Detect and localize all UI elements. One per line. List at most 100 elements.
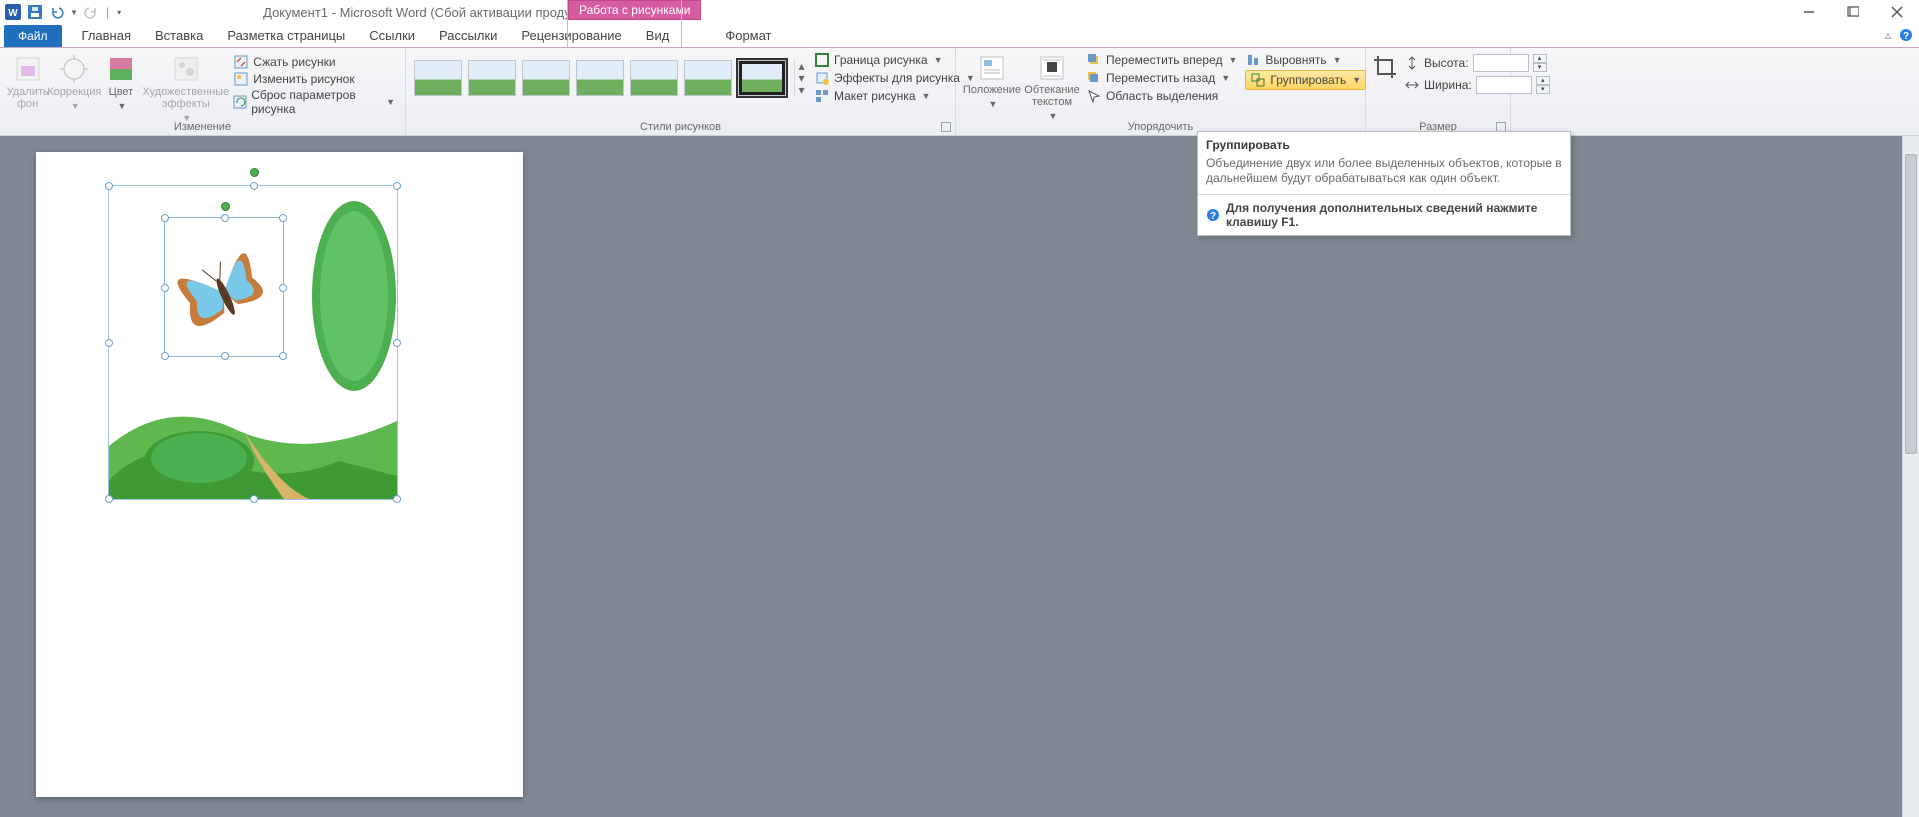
bring-forward-button[interactable]: Переместить вперед▼	[1086, 52, 1237, 68]
qat-customize-icon[interactable]: ▾	[115, 3, 123, 21]
crop-button[interactable]	[1372, 50, 1398, 98]
change-picture-icon	[233, 71, 249, 87]
title-bar: W ▼ | ▾ Документ1 - Microsoft Word (Сбой…	[0, 0, 1919, 24]
corrections-label: Коррекция	[47, 86, 101, 98]
rotation-handle[interactable]	[221, 202, 230, 211]
resize-handle[interactable]	[161, 214, 169, 222]
redo-icon[interactable]	[82, 3, 100, 21]
resize-handle[interactable]	[279, 352, 287, 360]
group-size: Высота: ▴▾ Ширина: ▴▾ Размер	[1366, 48, 1511, 135]
tooltip-group: Группировать Объединение двух или более …	[1197, 131, 1571, 236]
reset-picture-button[interactable]: Сброс параметров рисунка ▼	[233, 88, 395, 116]
reset-picture-icon	[233, 94, 247, 110]
picture-border-button[interactable]: Граница рисунка▼	[814, 52, 975, 68]
vertical-scrollbar[interactable]	[1902, 136, 1919, 817]
undo-icon[interactable]	[48, 3, 66, 21]
resize-handle[interactable]	[221, 214, 229, 222]
style-thumb[interactable]	[414, 60, 462, 96]
tab-home[interactable]: Главная	[70, 24, 143, 47]
tab-file[interactable]: Файл	[4, 25, 62, 47]
send-backward-button[interactable]: Переместить назад▼	[1086, 70, 1237, 86]
resize-handle[interactable]	[161, 284, 169, 292]
width-label: Ширина:	[1424, 78, 1472, 92]
picture-layout-icon	[814, 88, 830, 104]
quick-access-toolbar: W ▼ | ▾	[0, 3, 123, 21]
style-thumb-selected[interactable]	[738, 60, 786, 96]
style-thumb[interactable]	[630, 60, 678, 96]
style-thumb[interactable]	[522, 60, 570, 96]
resize-handle[interactable]	[161, 352, 169, 360]
scrollbar-thumb[interactable]	[1905, 154, 1917, 454]
tab-page-layout[interactable]: Разметка страницы	[215, 24, 357, 47]
document-area[interactable]	[0, 136, 1919, 817]
resize-handle[interactable]	[250, 495, 258, 503]
selection-pane-label: Область выделения	[1106, 89, 1218, 103]
wrap-label: Обтекание текстом	[1024, 84, 1079, 108]
resize-handle[interactable]	[250, 182, 258, 190]
align-button[interactable]: Выровнять▼	[1245, 52, 1366, 68]
minimize-button[interactable]	[1795, 2, 1823, 22]
artistic-effects-button[interactable]: Художественные эффекты ▼	[143, 50, 230, 124]
send-backward-label: Переместить назад	[1106, 71, 1215, 85]
resize-handle[interactable]	[279, 214, 287, 222]
position-button[interactable]: Положение▼	[962, 50, 1022, 122]
tab-mailings[interactable]: Рассылки	[427, 24, 509, 47]
tab-format[interactable]: Формат	[713, 24, 783, 47]
group-adjust: Удалить фон Коррекция ▼ Цвет ▼ Художеств…	[0, 48, 406, 135]
width-input[interactable]	[1476, 76, 1532, 94]
picture-effects-label: Эффекты для рисунка	[834, 71, 960, 85]
svg-text:?: ?	[1903, 31, 1909, 42]
resize-handle[interactable]	[105, 182, 113, 190]
group-adjust-label: Изменение	[0, 121, 405, 133]
svg-text:W: W	[8, 8, 18, 19]
tab-review[interactable]: Рецензирование	[509, 24, 633, 47]
help-icon[interactable]: ?	[1899, 28, 1913, 42]
undo-dropdown-icon[interactable]: ▼	[70, 3, 78, 21]
close-button[interactable]	[1883, 2, 1911, 22]
resize-handle[interactable]	[221, 352, 229, 360]
wrap-text-button[interactable]: Обтекание текстом▼	[1022, 50, 1082, 122]
compress-pictures-button[interactable]: Сжать рисунки	[233, 54, 395, 70]
height-input[interactable]	[1473, 54, 1529, 72]
word-app-icon[interactable]: W	[4, 3, 22, 21]
save-icon[interactable]	[26, 3, 44, 21]
tab-view[interactable]: Вид	[634, 24, 682, 47]
group-button[interactable]: Группировать▼	[1245, 70, 1366, 90]
style-thumb[interactable]	[684, 60, 732, 96]
resize-handle[interactable]	[393, 339, 401, 347]
remove-background-button[interactable]: Удалить фон	[6, 50, 49, 124]
selection-pane-button[interactable]: Область выделения	[1086, 88, 1237, 104]
color-button[interactable]: Цвет ▼	[99, 50, 142, 124]
width-icon	[1404, 77, 1420, 93]
resize-handle[interactable]	[393, 182, 401, 190]
color-label: Цвет	[109, 86, 134, 98]
remove-background-label: Удалить фон	[7, 86, 49, 110]
selection-pane-icon	[1086, 88, 1102, 104]
style-thumb[interactable]	[468, 60, 516, 96]
resize-handle[interactable]	[105, 339, 113, 347]
resize-handle[interactable]	[393, 495, 401, 503]
maximize-button[interactable]	[1839, 2, 1867, 22]
corrections-button[interactable]: Коррекция ▼	[49, 50, 99, 124]
resize-handle[interactable]	[279, 284, 287, 292]
style-thumb[interactable]	[576, 60, 624, 96]
align-label: Выровнять	[1265, 53, 1326, 67]
selection-box-inner[interactable]	[164, 217, 284, 357]
group-arrange: Положение▼ Обтекание текстом▼ Переместит…	[956, 48, 1366, 135]
change-picture-button[interactable]: Изменить рисунок	[233, 71, 395, 87]
styles-dialog-launcher[interactable]	[941, 122, 951, 132]
bring-forward-icon	[1086, 52, 1102, 68]
ribbon-minimize-icon[interactable]: ▵	[1885, 28, 1891, 42]
resize-handle[interactable]	[105, 495, 113, 503]
tooltip-title: Группировать	[1198, 132, 1570, 154]
width-spinner[interactable]: ▴▾	[1536, 76, 1550, 94]
tab-references[interactable]: Ссылки	[357, 24, 427, 47]
gallery-scroll[interactable]: ▴▾▾	[794, 60, 808, 96]
tab-insert[interactable]: Вставка	[143, 24, 215, 47]
picture-effects-button[interactable]: Эффекты для рисунка▼	[814, 70, 975, 86]
picture-styles-gallery[interactable]: ▴▾▾	[412, 50, 810, 106]
height-spinner[interactable]: ▴▾	[1533, 54, 1547, 72]
group-styles-label: Стили рисунков	[406, 121, 955, 133]
picture-layout-button[interactable]: Макет рисунка▼	[814, 88, 975, 104]
rotation-handle[interactable]	[250, 168, 259, 177]
